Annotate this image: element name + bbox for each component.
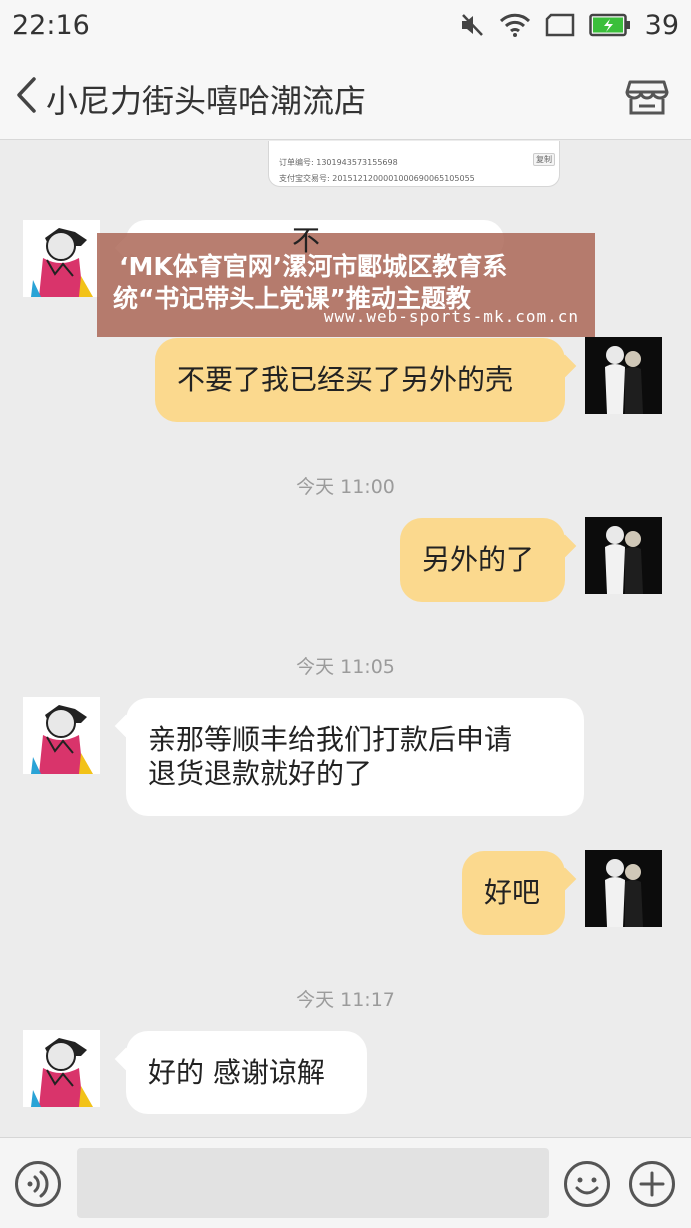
avatar-image xyxy=(585,517,662,594)
watermark-overlay: ‘MK体育官网’漯河市郾城区教育系 统“书记带头上党课”推动主题教 www.we… xyxy=(97,233,595,337)
input-bar xyxy=(0,1137,691,1228)
message-text: 另外的了 xyxy=(422,543,535,576)
alipay-number: 支付宝交易号: 2015121200001000690065105055 xyxy=(279,174,475,183)
avatar[interactable] xyxy=(23,1030,100,1107)
message-bubble-me[interactable]: 另外的了 xyxy=(400,518,577,602)
status-bar: 22:16 39 xyxy=(0,0,691,50)
wifi-icon xyxy=(499,13,530,37)
order-number: 订单编号: 1301943573155698 xyxy=(279,158,398,167)
copy-button[interactable]: 复制 xyxy=(533,153,555,166)
chevron-left-icon xyxy=(17,77,36,113)
back-button[interactable] xyxy=(6,72,46,118)
avatar-image xyxy=(23,220,100,297)
emoji-icon xyxy=(564,1161,610,1207)
message-text: 好的 感谢谅解 xyxy=(148,1055,325,1089)
battery-level: 39 xyxy=(644,9,679,41)
timestamp: 今天 11:17 xyxy=(296,989,395,1011)
message-text: 好吧 xyxy=(484,876,541,909)
order-card[interactable]: 订单编号: 1301943573155698 支付宝交易号: 201512120… xyxy=(268,141,560,187)
message-bubble-other[interactable]: 好的 感谢谅解 xyxy=(114,1031,367,1114)
store-icon xyxy=(625,80,669,115)
avatar[interactable] xyxy=(23,697,100,774)
message-bubble-other[interactable]: 亲那等顺丰给我们打款后申请 退货退款就好的了 xyxy=(114,698,584,816)
message-bubble-me[interactable]: 好吧 xyxy=(462,851,577,935)
avatar[interactable] xyxy=(585,850,662,927)
message-text: 亲那等顺丰给我们打款后申请 退货退款就好的了 xyxy=(148,723,513,790)
emoji-button[interactable] xyxy=(563,1160,611,1208)
page-title: 小尼力街头嘻哈潮流店 xyxy=(46,82,367,120)
avatar[interactable] xyxy=(23,220,100,297)
avatar-image xyxy=(23,697,100,774)
status-icons: 39 xyxy=(459,10,679,41)
avatar-image xyxy=(585,337,662,414)
avatar[interactable] xyxy=(585,517,662,594)
avatar-image xyxy=(23,1030,100,1107)
voice-button[interactable] xyxy=(14,1160,62,1208)
watermark-url: www.web-sports-mk.com.cn xyxy=(323,307,579,326)
mute-icon xyxy=(461,14,483,36)
message-bubble-me[interactable]: 不要了我已经买了另外的壳 xyxy=(155,338,577,422)
message-text: 不 xyxy=(292,224,321,257)
battery-icon xyxy=(588,13,630,37)
voice-icon xyxy=(15,1161,61,1207)
plus-icon xyxy=(629,1161,675,1207)
more-button[interactable] xyxy=(628,1160,676,1208)
status-time: 22:16 xyxy=(12,9,90,41)
sim-icon xyxy=(545,13,574,37)
avatar[interactable] xyxy=(585,337,662,414)
avatar-image xyxy=(585,850,662,927)
title-bar: 小尼力街头嘻哈潮流店 xyxy=(0,50,691,140)
message-input[interactable] xyxy=(77,1148,549,1218)
store-button[interactable] xyxy=(625,74,669,118)
timestamp: 今天 11:05 xyxy=(296,656,395,678)
message-text: 不要了我已经买了另外的壳 xyxy=(177,363,514,396)
timestamp: 今天 11:00 xyxy=(296,476,395,498)
